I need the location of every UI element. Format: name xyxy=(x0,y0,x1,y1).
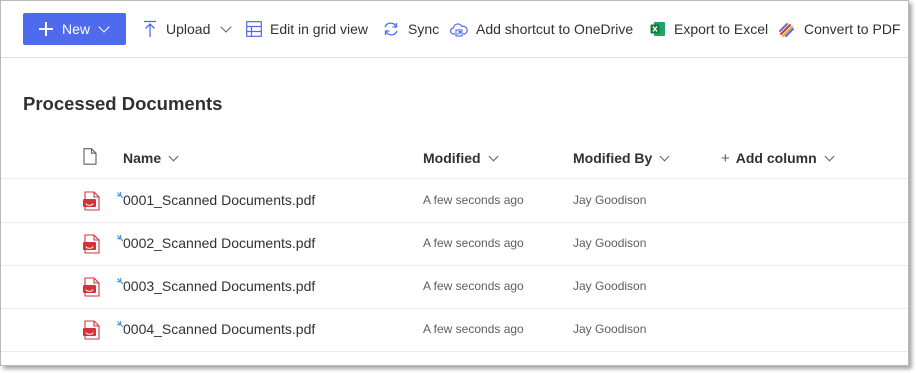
modified-by-column-label: Modified By xyxy=(573,150,653,166)
new-button[interactable]: New xyxy=(23,13,126,45)
modified-column-label: Modified xyxy=(423,150,481,166)
modified-by-value: Jay Goodison xyxy=(573,193,647,207)
pdf-file-icon xyxy=(83,320,101,345)
cloud-shortcut-icon xyxy=(450,21,468,37)
add-shortcut-button[interactable]: Add shortcut to OneDrive xyxy=(450,13,633,45)
modified-value: A few seconds ago xyxy=(423,279,524,293)
chevron-down-icon xyxy=(220,21,233,33)
modified-by-value: Jay Goodison xyxy=(573,236,647,250)
edit-grid-view-label: Edit in grid view xyxy=(270,21,369,37)
add-column-button[interactable]: + Add column xyxy=(721,138,835,178)
upload-button[interactable]: Upload xyxy=(142,13,233,45)
upload-label: Upload xyxy=(166,21,211,37)
modified-value: A few seconds ago xyxy=(423,236,524,250)
export-excel-label: Export to Excel xyxy=(674,21,769,37)
list-item[interactable]: 0004_Scanned Documents.pdf A few seconds… xyxy=(1,308,908,352)
chevron-down-icon xyxy=(659,151,670,161)
modified-column-header[interactable]: Modified xyxy=(423,138,498,178)
chevron-down-icon xyxy=(824,151,835,161)
file-name-link[interactable]: 0001_Scanned Documents.pdf xyxy=(123,192,315,208)
list-header: Name Modified Modified By + Add column xyxy=(1,138,908,179)
chevron-down-icon xyxy=(488,151,498,161)
sync-button[interactable]: Sync xyxy=(382,13,439,45)
add-shortcut-label: Add shortcut to OneDrive xyxy=(476,21,634,37)
upload-arrow-icon xyxy=(142,20,158,38)
modified-value: A few seconds ago xyxy=(423,193,524,207)
file-type-column-header[interactable] xyxy=(83,138,97,178)
plus-icon: + xyxy=(721,149,730,167)
modified-value: A few seconds ago xyxy=(423,322,524,336)
document-library: New Upload Edit in grid view Sync Add sh… xyxy=(0,0,909,366)
list-item[interactable]: 0002_Scanned Documents.pdf A few seconds… xyxy=(1,222,908,266)
new-button-label: New xyxy=(62,21,91,37)
modified-by-value: Jay Goodison xyxy=(573,279,647,293)
sync-label: Sync xyxy=(408,21,440,37)
sync-icon xyxy=(382,21,400,37)
modified-by-value: Jay Goodison xyxy=(573,322,647,336)
modified-by-column-header[interactable]: Modified By xyxy=(573,138,670,178)
pdf-file-icon xyxy=(83,234,101,259)
name-column-header[interactable]: Name xyxy=(123,138,179,178)
add-column-label: Add column xyxy=(735,150,817,166)
file-name-link[interactable]: 0004_Scanned Documents.pdf xyxy=(123,321,315,337)
convert-pdf-label: Convert to PDF xyxy=(804,21,901,37)
convert-pdf-button[interactable]: Convert to PDF xyxy=(779,13,900,45)
chevron-down-icon xyxy=(98,21,110,33)
file-name-link[interactable]: 0003_Scanned Documents.pdf xyxy=(123,278,315,294)
excel-icon xyxy=(650,21,666,37)
name-column-label: Name xyxy=(123,150,162,166)
file-name-link[interactable]: 0002_Scanned Documents.pdf xyxy=(123,235,315,251)
chevron-down-icon xyxy=(168,151,179,161)
page-title: Processed Documents xyxy=(23,93,223,114)
pdf-convert-icon xyxy=(779,21,796,38)
pdf-file-icon xyxy=(83,191,101,216)
grid-icon xyxy=(246,21,262,37)
list-item[interactable]: 0001_Scanned Documents.pdf A few seconds… xyxy=(1,179,908,223)
edit-grid-view-button[interactable]: Edit in grid view xyxy=(246,13,368,45)
pdf-file-icon xyxy=(83,277,101,302)
list-item[interactable]: 0003_Scanned Documents.pdf A few seconds… xyxy=(1,265,908,309)
export-excel-button[interactable]: Export to Excel xyxy=(650,13,768,45)
plus-icon xyxy=(39,22,53,36)
document-icon xyxy=(83,148,97,168)
command-bar: New Upload Edit in grid view Sync Add sh… xyxy=(1,1,908,58)
